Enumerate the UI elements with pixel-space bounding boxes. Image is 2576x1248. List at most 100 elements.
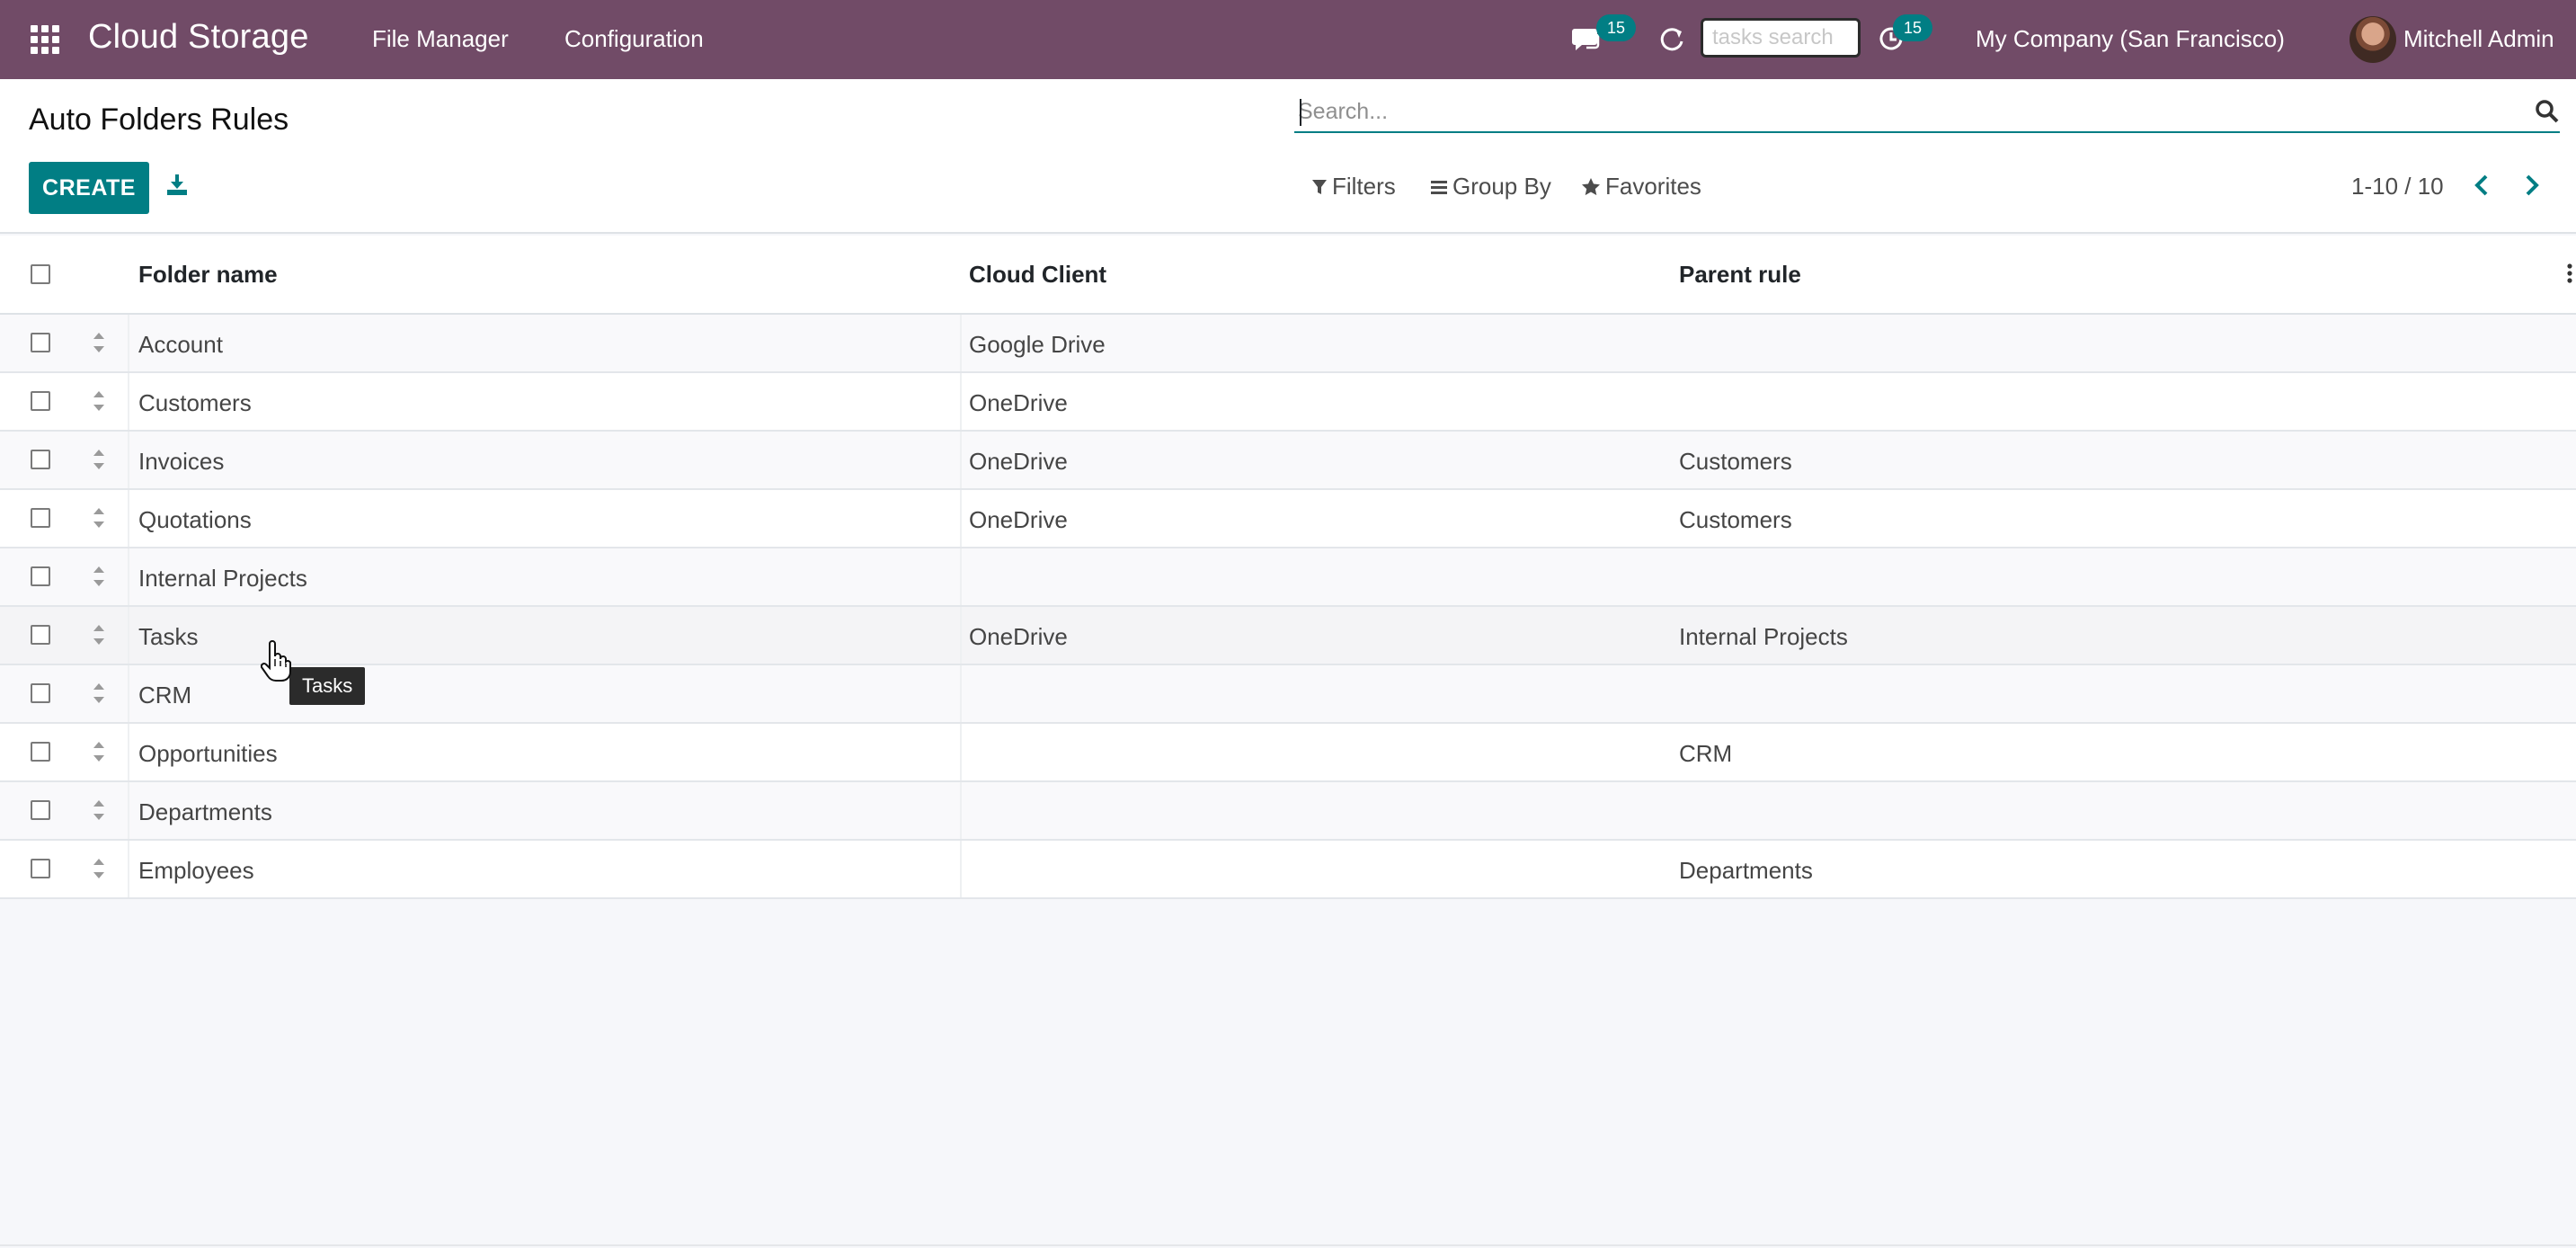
cell-cloud-client[interactable]: OneDrive (969, 389, 1068, 417)
table-row[interactable]: Tasks OneDrive Internal Projects (0, 607, 2576, 665)
cell-parent-rule[interactable]: Internal Projects (1679, 623, 1848, 651)
user-menu[interactable]: Mitchell Admin (2403, 25, 2554, 53)
table-row[interactable]: Account Google Drive (0, 315, 2576, 373)
cell-cloud-client[interactable]: OneDrive (969, 623, 1068, 651)
drag-handle-icon[interactable] (92, 857, 106, 880)
refresh-icon[interactable] (1657, 25, 1686, 58)
cell-parent-rule[interactable]: CRM (1679, 740, 1732, 768)
drag-handle-icon[interactable] (92, 798, 106, 822)
cell-cloud-client[interactable]: OneDrive (969, 506, 1068, 534)
favorites-button[interactable]: Favorites (1582, 173, 1701, 201)
column-header-cloud-client[interactable]: Cloud Client (969, 261, 1106, 289)
pager-value[interactable]: 1-10 / 10 (2351, 173, 2444, 201)
filters-button[interactable]: Filters (1312, 173, 1396, 201)
drag-handle-icon[interactable] (92, 331, 106, 354)
table-row[interactable]: CRM (0, 665, 2576, 724)
column-divider (960, 315, 962, 371)
drag-handle-icon[interactable] (92, 623, 106, 646)
app-menu-icon[interactable] (29, 23, 61, 56)
control-panel: Auto Folders Rules CREATE Filters Group … (0, 79, 2576, 234)
column-divider (128, 841, 129, 897)
company-switcher[interactable]: My Company (San Francisco) (1976, 25, 2285, 53)
app-brand[interactable]: Cloud Storage (88, 18, 309, 57)
table-row[interactable]: Opportunities CRM (0, 724, 2576, 782)
pager-next-icon[interactable] (2524, 174, 2540, 201)
activities-badge: 15 (1893, 14, 1932, 41)
user-avatar[interactable] (2349, 16, 2396, 63)
table-body: Account Google Drive Customers OneDrive Invo… (0, 315, 2576, 899)
search-bar (1294, 94, 2560, 133)
table-row[interactable]: Customers OneDrive (0, 373, 2576, 432)
column-divider (128, 490, 129, 547)
tasks-search-input[interactable] (1701, 18, 1861, 58)
select-all-checkbox[interactable] (31, 264, 50, 284)
column-divider (128, 548, 129, 605)
row-checkbox[interactable] (31, 800, 50, 820)
cell-folder-name[interactable]: CRM (138, 682, 191, 709)
cell-folder-name[interactable]: Internal Projects (138, 565, 307, 593)
row-checkbox[interactable] (31, 333, 50, 352)
favorites-label: Favorites (1605, 173, 1701, 200)
cell-folder-name[interactable]: Customers (138, 389, 252, 417)
column-divider (960, 607, 962, 664)
menu-configuration[interactable]: Configuration (564, 25, 704, 53)
cell-parent-rule[interactable]: Customers (1679, 448, 1792, 476)
column-header-parent-rule[interactable]: Parent rule (1679, 261, 1801, 289)
row-checkbox[interactable] (31, 683, 50, 703)
page-title: Auto Folders Rules (29, 103, 289, 137)
cell-folder-name[interactable]: Opportunities (138, 740, 278, 768)
column-header-folder-name[interactable]: Folder name (138, 261, 278, 289)
cell-parent-rule[interactable]: Customers (1679, 506, 1792, 534)
row-checkbox[interactable] (31, 391, 50, 411)
column-divider (128, 724, 129, 780)
row-checkbox[interactable] (31, 742, 50, 762)
create-button[interactable]: CREATE (29, 162, 149, 214)
drag-handle-icon[interactable] (92, 506, 106, 530)
top-navbar: Cloud Storage File Manager Configuration… (0, 0, 2576, 79)
cell-folder-name[interactable]: Departments (138, 798, 272, 826)
cell-folder-name[interactable]: Employees (138, 857, 254, 885)
column-divider (128, 432, 129, 488)
column-divider (128, 373, 129, 430)
cell-parent-rule[interactable]: Departments (1679, 857, 1813, 885)
cell-cloud-client[interactable]: Google Drive (969, 331, 1106, 359)
column-divider (128, 665, 129, 722)
drag-handle-icon[interactable] (92, 740, 106, 763)
drag-handle-icon[interactable] (92, 448, 106, 471)
cell-cloud-client[interactable]: OneDrive (969, 448, 1068, 476)
footer-divider (0, 1244, 2576, 1246)
table-row[interactable]: Invoices OneDrive Customers (0, 432, 2576, 490)
optional-columns-icon[interactable] (2567, 263, 2572, 289)
row-checkbox[interactable] (31, 508, 50, 528)
row-checkbox[interactable] (31, 859, 50, 878)
group-by-button[interactable]: Group By (1431, 173, 1551, 201)
tooltip: Tasks (289, 667, 366, 705)
cell-folder-name[interactable]: Quotations (138, 506, 252, 534)
column-divider (960, 665, 962, 722)
drag-handle-icon[interactable] (92, 565, 106, 588)
table-row[interactable]: Departments (0, 782, 2576, 841)
drag-handle-icon[interactable] (92, 682, 106, 705)
search-icon[interactable] (2535, 99, 2560, 129)
rules-list-table: Folder name Cloud Client Parent rule Acc… (0, 236, 2576, 899)
row-checkbox[interactable] (31, 625, 50, 645)
cell-folder-name[interactable]: Tasks (138, 623, 198, 651)
cell-folder-name[interactable]: Invoices (138, 448, 224, 476)
cell-folder-name[interactable]: Account (138, 331, 223, 359)
column-divider (960, 782, 962, 839)
column-divider (960, 841, 962, 897)
table-row[interactable]: Employees Departments (0, 841, 2576, 899)
list-icon (1431, 180, 1447, 194)
row-checkbox[interactable] (31, 566, 50, 586)
pager-previous-icon[interactable] (2474, 174, 2490, 201)
row-checkbox[interactable] (31, 450, 50, 469)
table-row[interactable]: Quotations OneDrive Customers (0, 490, 2576, 548)
column-divider (128, 315, 129, 371)
drag-handle-icon[interactable] (92, 389, 106, 413)
search-input[interactable] (1298, 95, 2502, 128)
column-divider (128, 607, 129, 664)
download-icon[interactable] (165, 173, 189, 201)
menu-file-manager[interactable]: File Manager (372, 25, 509, 53)
text-caret (1300, 99, 1301, 126)
table-row[interactable]: Internal Projects (0, 548, 2576, 607)
